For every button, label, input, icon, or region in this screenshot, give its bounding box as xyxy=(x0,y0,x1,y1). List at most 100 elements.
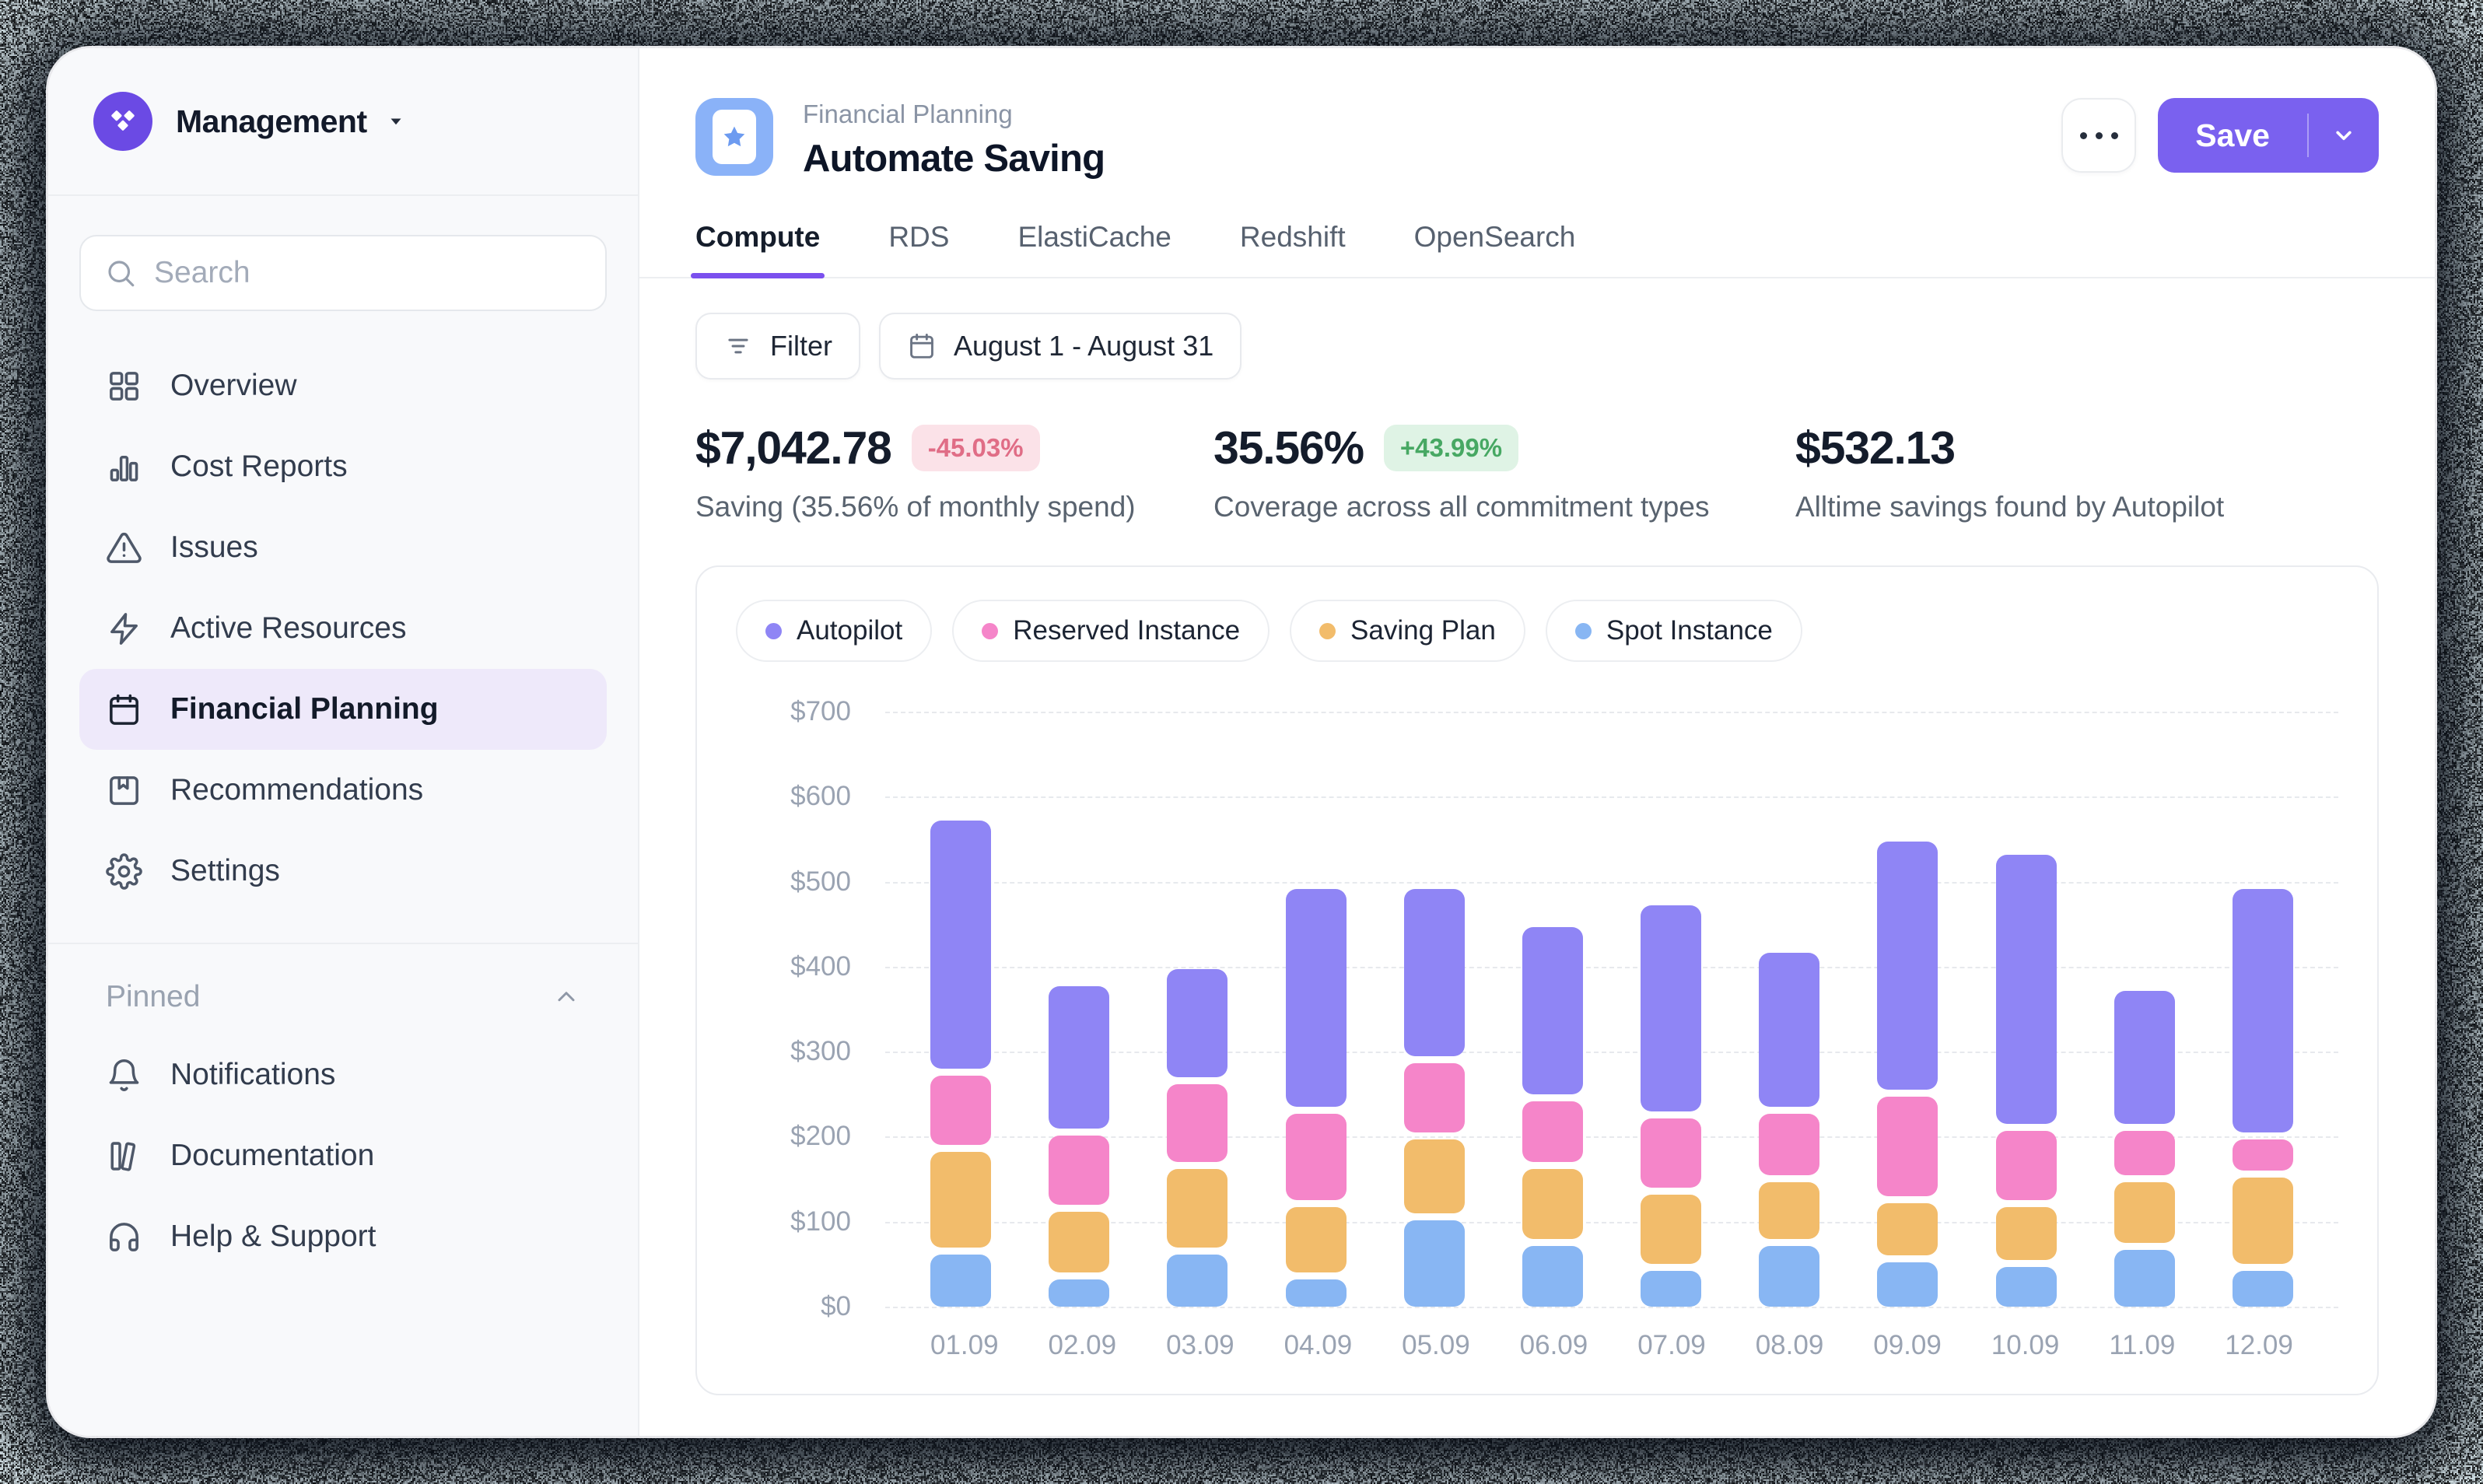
tab-elasticache[interactable]: ElastiCache xyxy=(1017,221,1171,277)
workspace-name: Management xyxy=(176,103,367,140)
y-tick-label: $700 xyxy=(790,696,851,727)
legend-chip-reserved-instance[interactable]: Reserved Instance xyxy=(952,600,1270,662)
sidebar-item-active-resources[interactable]: Active Resources xyxy=(79,588,607,669)
bar-segment-reserved-instance[interactable] xyxy=(1286,1114,1347,1200)
bar-segment-autopilot[interactable] xyxy=(2233,889,2293,1132)
bar-09-09[interactable] xyxy=(1877,712,1938,1307)
bar-10-09[interactable] xyxy=(1996,712,2057,1307)
bar-segment-reserved-instance[interactable] xyxy=(1049,1136,1109,1205)
bar-segment-saving-plan[interactable] xyxy=(1759,1182,1819,1239)
bar-07-09[interactable] xyxy=(1641,712,1701,1307)
bar-segment-reserved-instance[interactable] xyxy=(2233,1139,2293,1171)
bar-segment-reserved-instance[interactable] xyxy=(1996,1131,2057,1200)
bell-icon xyxy=(106,1057,142,1094)
bar-segment-spot-instance[interactable] xyxy=(1167,1255,1227,1307)
workspace-switcher[interactable]: Management xyxy=(48,48,638,196)
bar-segment-spot-instance[interactable] xyxy=(1759,1246,1819,1307)
sidebar-item-label: Overview xyxy=(170,369,297,403)
sidebar: Management Overview Cost Reports Issues Act… xyxy=(48,48,639,1436)
legend-chip-saving-plan[interactable]: Saving Plan xyxy=(1290,600,1525,662)
bar-segment-saving-plan[interactable] xyxy=(2233,1178,2293,1264)
bar-segment-reserved-instance[interactable] xyxy=(930,1076,991,1145)
bar-segment-saving-plan[interactable] xyxy=(1522,1169,1583,1238)
bar-segment-autopilot[interactable] xyxy=(1404,889,1465,1056)
bar-segment-spot-instance[interactable] xyxy=(1522,1246,1583,1307)
bar-segment-spot-instance[interactable] xyxy=(930,1255,991,1307)
bar-segment-reserved-instance[interactable] xyxy=(1641,1118,1701,1188)
bar-segment-spot-instance[interactable] xyxy=(1877,1262,1938,1307)
sidebar-item-label: Issues xyxy=(170,530,258,565)
bar-segment-autopilot[interactable] xyxy=(1286,889,1347,1108)
bar-segment-spot-instance[interactable] xyxy=(2114,1250,2175,1307)
bar-segment-saving-plan[interactable] xyxy=(930,1152,991,1247)
bar-04-09[interactable] xyxy=(1286,712,1347,1307)
legend-chip-spot-instance[interactable]: Spot Instance xyxy=(1546,600,1802,662)
sidebar-item-label: Recommendations xyxy=(170,773,423,807)
bar-segment-autopilot[interactable] xyxy=(1877,842,1938,1090)
bar-segment-reserved-instance[interactable] xyxy=(1877,1097,1938,1196)
tab-rds[interactable]: RDS xyxy=(888,221,949,277)
sidebar-item-cost-reports[interactable]: Cost Reports xyxy=(79,426,607,507)
bar-segment-reserved-instance[interactable] xyxy=(1404,1063,1465,1132)
sidebar-item-notifications[interactable]: Notifications xyxy=(79,1034,607,1115)
bar-segment-saving-plan[interactable] xyxy=(1404,1139,1465,1213)
bar-06-09[interactable] xyxy=(1522,712,1583,1307)
bar-segment-saving-plan[interactable] xyxy=(1049,1212,1109,1272)
filter-button[interactable]: Filter xyxy=(695,313,860,380)
bar-segment-autopilot[interactable] xyxy=(1522,927,1583,1094)
save-button[interactable]: Save xyxy=(2158,98,2307,173)
sidebar-item-settings[interactable]: Settings xyxy=(79,831,607,912)
brand-logo-icon xyxy=(93,92,152,151)
bar-segment-saving-plan[interactable] xyxy=(1167,1169,1227,1247)
bar-segment-saving-plan[interactable] xyxy=(2114,1182,2175,1243)
bar-segment-autopilot[interactable] xyxy=(930,821,991,1069)
bar-segment-spot-instance[interactable] xyxy=(2233,1271,2293,1307)
bar-segment-autopilot[interactable] xyxy=(2114,991,2175,1124)
sidebar-item-overview[interactable]: Overview xyxy=(79,345,607,426)
bar-02-09[interactable] xyxy=(1049,712,1109,1307)
bar-08-09[interactable] xyxy=(1759,712,1819,1307)
bar-segment-reserved-instance[interactable] xyxy=(1522,1101,1583,1162)
bar-01-09[interactable] xyxy=(930,712,991,1307)
page-header-text: Financial Planning Automate Saving xyxy=(803,98,1105,180)
bar-segment-autopilot[interactable] xyxy=(1641,905,1701,1111)
bar-segment-reserved-instance[interactable] xyxy=(1167,1084,1227,1162)
sidebar-item-recommendations[interactable]: Recommendations xyxy=(79,750,607,831)
more-options-button[interactable] xyxy=(2061,98,2136,173)
legend-label: Autopilot xyxy=(797,615,902,646)
bar-segment-autopilot[interactable] xyxy=(1167,969,1227,1077)
sidebar-item-documentation[interactable]: Documentation xyxy=(79,1115,607,1196)
legend-chip-autopilot[interactable]: Autopilot xyxy=(736,600,932,662)
y-tick-label: $200 xyxy=(790,1121,851,1152)
tab-redshift[interactable]: Redshift xyxy=(1240,221,1346,277)
bar-segment-saving-plan[interactable] xyxy=(1286,1207,1347,1272)
date-range-button[interactable]: August 1 - August 31 xyxy=(879,313,1242,380)
bar-segment-autopilot[interactable] xyxy=(1049,986,1109,1128)
search-input[interactable] xyxy=(154,256,582,290)
bar-segment-reserved-instance[interactable] xyxy=(2114,1131,2175,1175)
bar-segment-saving-plan[interactable] xyxy=(1877,1203,1938,1256)
chevron-up-icon[interactable] xyxy=(552,983,580,1011)
bar-segment-spot-instance[interactable] xyxy=(1996,1267,2057,1307)
bar-segment-spot-instance[interactable] xyxy=(1286,1279,1347,1307)
bar-segment-spot-instance[interactable] xyxy=(1404,1220,1465,1307)
bar-segment-autopilot[interactable] xyxy=(1996,855,2057,1124)
bar-segment-reserved-instance[interactable] xyxy=(1759,1114,1819,1174)
bar-05-09[interactable] xyxy=(1404,712,1465,1307)
bar-03-09[interactable] xyxy=(1167,712,1227,1307)
bar-segment-saving-plan[interactable] xyxy=(1641,1195,1701,1264)
sidebar-item-financial-planning[interactable]: Financial Planning xyxy=(79,669,607,750)
bar-segment-spot-instance[interactable] xyxy=(1049,1279,1109,1307)
sidebar-item-help-support[interactable]: Help & Support xyxy=(79,1196,607,1277)
tab-opensearch[interactable]: OpenSearch xyxy=(1414,221,1576,277)
pinned-label: Pinned xyxy=(106,980,200,1014)
save-dropdown-button[interactable] xyxy=(2309,98,2379,173)
tab-compute[interactable]: Compute xyxy=(695,221,820,277)
legend-label: Saving Plan xyxy=(1350,615,1496,646)
bar-segment-autopilot[interactable] xyxy=(1759,953,1819,1108)
bar-12-09[interactable] xyxy=(2233,712,2293,1307)
sidebar-item-issues[interactable]: Issues xyxy=(79,507,607,588)
bar-segment-spot-instance[interactable] xyxy=(1641,1271,1701,1307)
bar-11-09[interactable] xyxy=(2114,712,2175,1307)
bar-segment-saving-plan[interactable] xyxy=(1996,1207,2057,1260)
